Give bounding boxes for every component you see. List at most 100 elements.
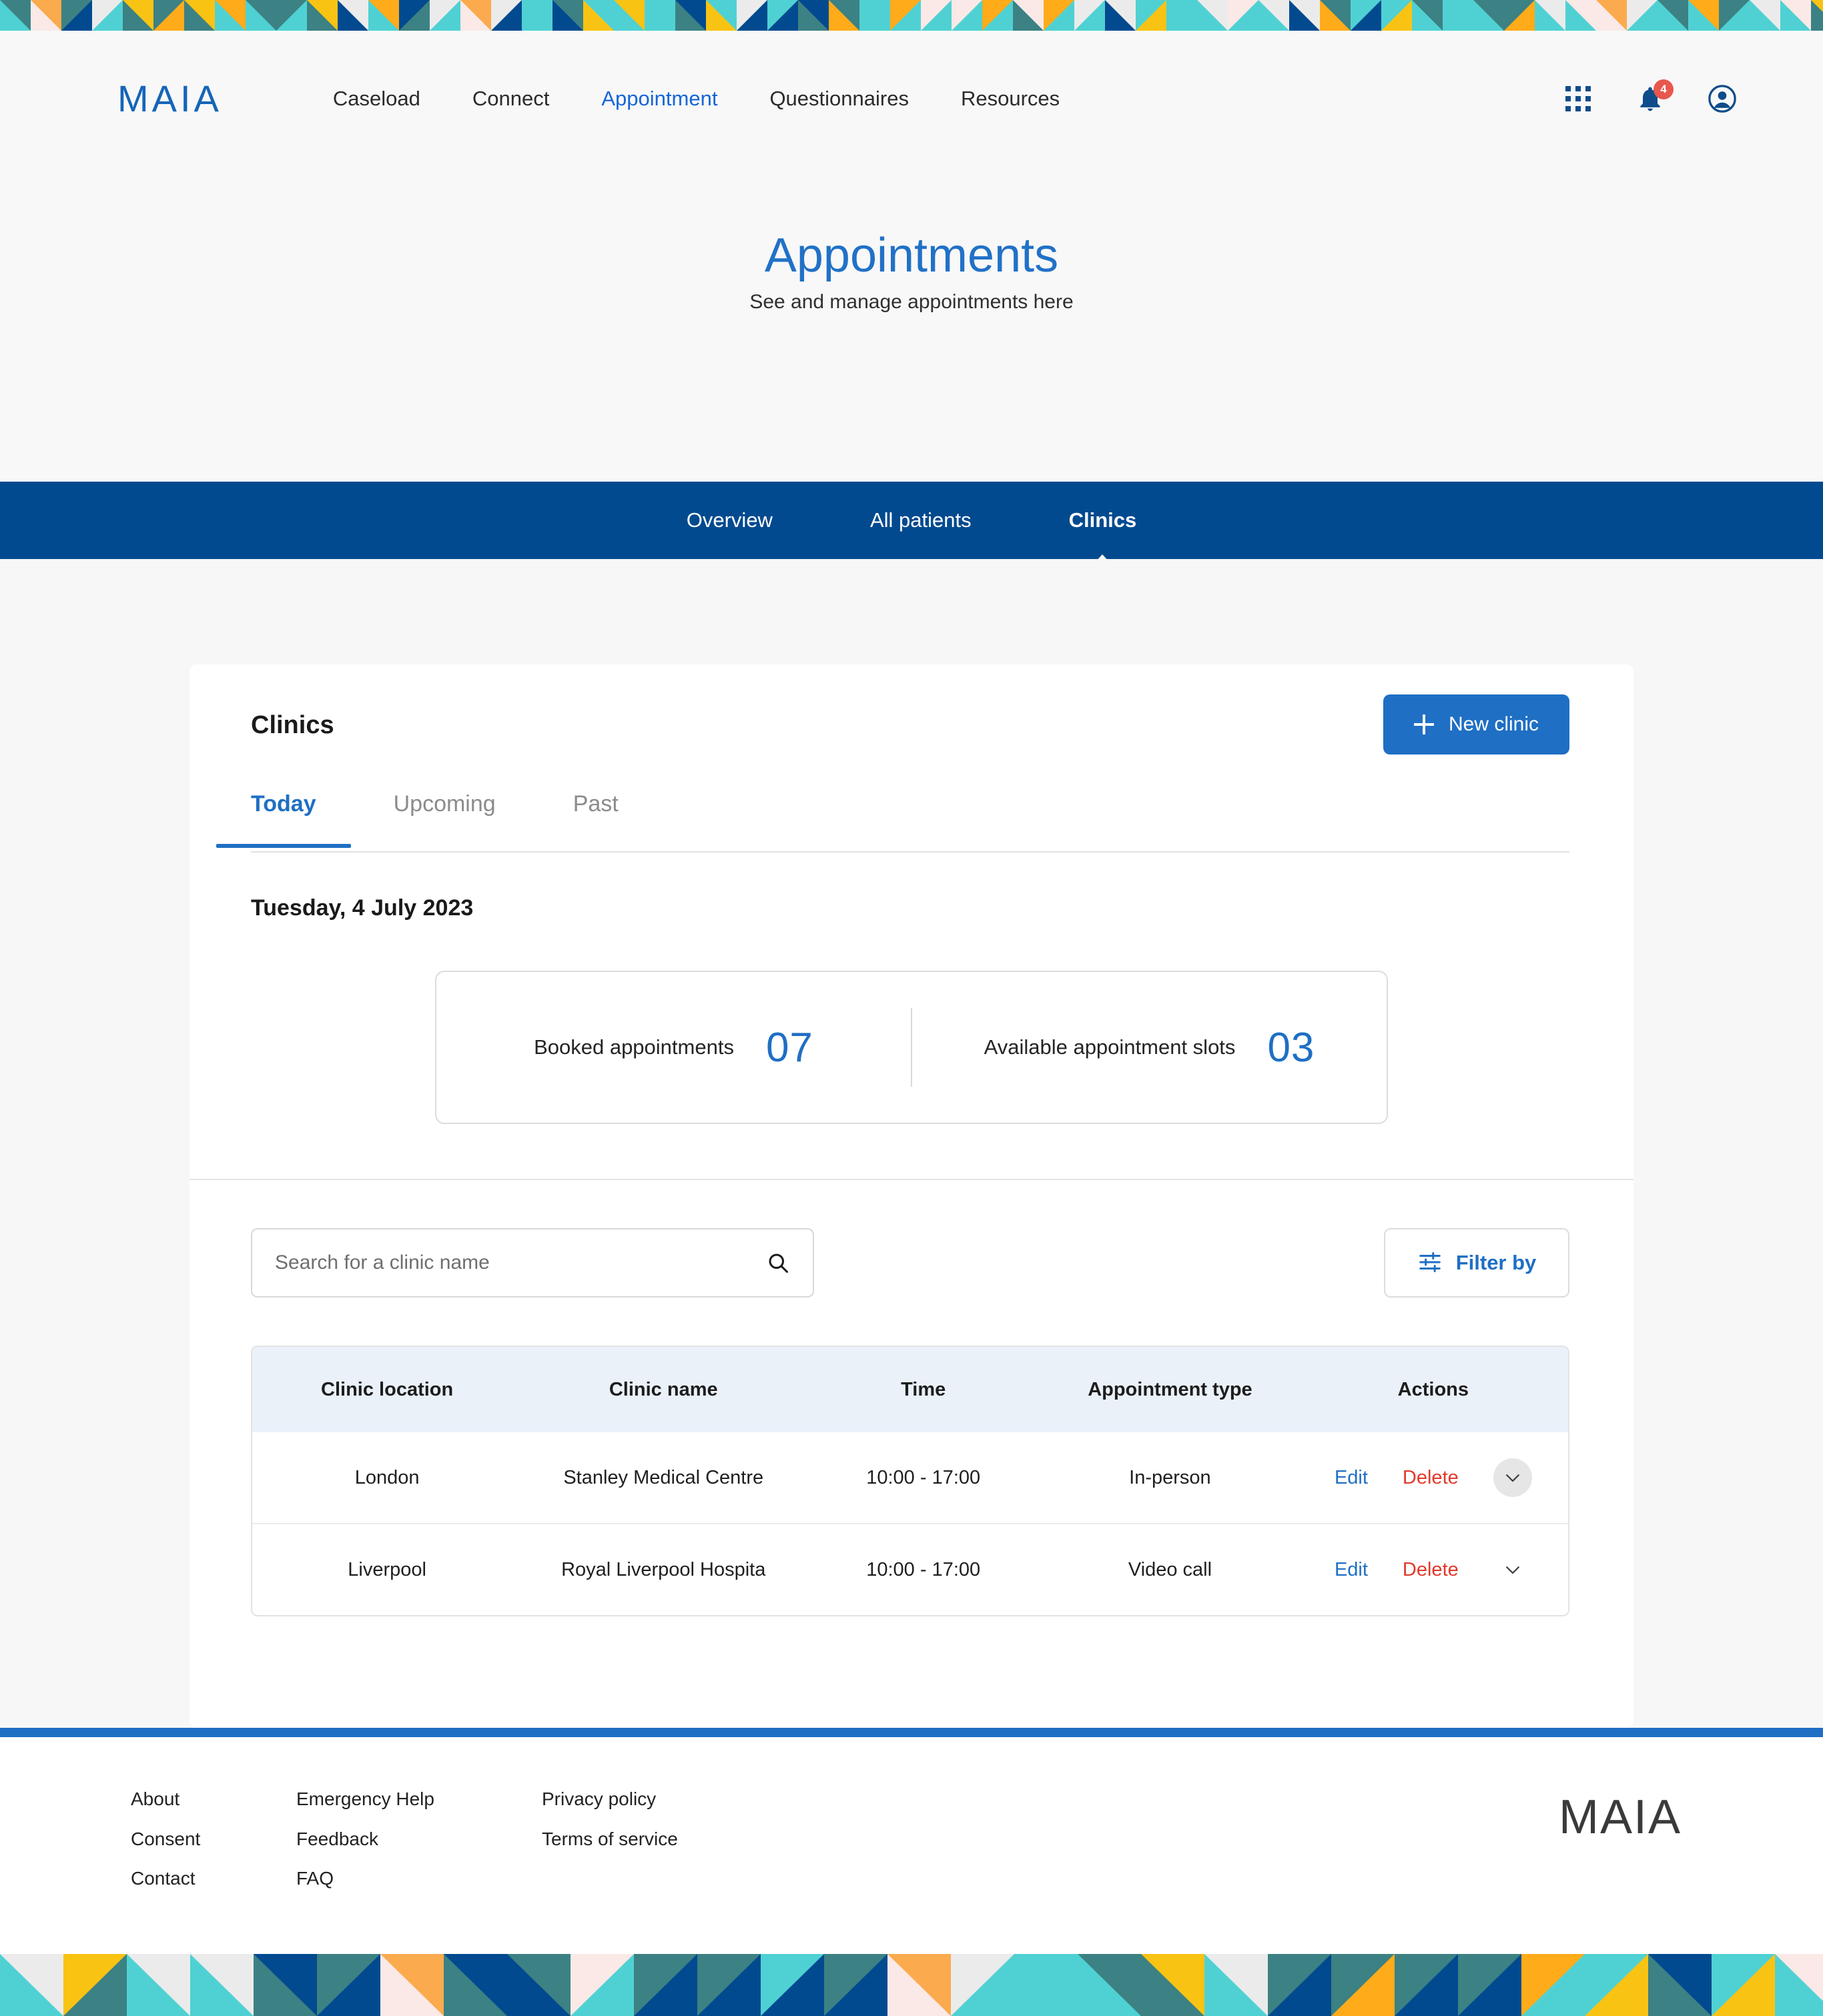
table-header-row: Clinic location Clinic name Time Appoint…	[252, 1347, 1568, 1432]
pattern-tile	[859, 0, 890, 31]
col-header-clinic-name: Clinic name	[522, 1347, 805, 1432]
pattern-tile	[1473, 0, 1504, 31]
pattern-tile	[254, 1954, 317, 2016]
pattern-tile	[583, 0, 614, 31]
pattern-tile	[824, 1954, 887, 2016]
footer-link-about[interactable]: About	[131, 1788, 296, 1811]
pattern-tile	[1289, 0, 1320, 31]
footer-link-privacy-policy[interactable]: Privacy policy	[542, 1788, 742, 1811]
pattern-tile	[184, 0, 215, 31]
account-circle-icon[interactable]	[1707, 83, 1738, 114]
pattern-tile	[645, 0, 675, 31]
pattern-tile	[614, 0, 645, 31]
col-header-time: Time	[805, 1347, 1042, 1432]
clinic-name-text: Royal Liverpool Hospita	[561, 1558, 766, 1580]
pattern-tile	[1078, 1954, 1141, 2016]
pattern-tile	[338, 0, 368, 31]
stat-available-slots: Available appointment slots 03	[912, 1024, 1387, 1071]
edit-link[interactable]: Edit	[1335, 1559, 1368, 1581]
delete-link[interactable]: Delete	[1403, 1559, 1459, 1581]
delete-link[interactable]: Delete	[1403, 1467, 1459, 1489]
appointment-stats-box: Booked appointments 07 Available appoint…	[435, 971, 1388, 1124]
footer-link-contact[interactable]: Contact	[131, 1867, 296, 1890]
pattern-tile	[1105, 0, 1136, 31]
nav-link-resources[interactable]: Resources	[961, 87, 1060, 111]
pattern-tile	[634, 1954, 697, 2016]
pattern-tile	[1331, 1954, 1395, 2016]
search-input[interactable]	[252, 1251, 813, 1274]
pattern-tile	[571, 1954, 634, 2016]
pattern-tile	[0, 0, 31, 31]
footer-link-columns: About Consent Contact Emergency Help Fee…	[131, 1788, 742, 1890]
subtab-upcoming[interactable]: Upcoming	[394, 791, 496, 845]
stat-value-available: 03	[1267, 1024, 1315, 1071]
cell-appointment-type: In-person	[1129, 1466, 1211, 1488]
footer-accent-rule	[0, 1728, 1823, 1737]
pattern-tile	[761, 1954, 824, 2016]
cell-appointment-type: Video call	[1042, 1523, 1299, 1615]
filter-by-label: Filter by	[1455, 1251, 1537, 1274]
pattern-tile	[1204, 1954, 1268, 2016]
pattern-tile	[737, 0, 767, 31]
footer-link-consent[interactable]: Consent	[131, 1828, 296, 1851]
pattern-tile	[951, 1954, 1014, 2016]
tab-overview[interactable]: Overview	[687, 508, 773, 532]
pattern-tile	[1458, 1954, 1521, 2016]
pattern-tile	[1688, 0, 1719, 31]
clinics-table: Clinic location Clinic name Time Appoint…	[252, 1347, 1568, 1615]
pattern-tile	[215, 0, 246, 31]
table-row[interactable]: London Stanley Medical Centre 10:00 - 17…	[252, 1432, 1568, 1524]
edit-link[interactable]: Edit	[1335, 1467, 1368, 1489]
nav-links: Caseload Connect Appointment Questionnai…	[333, 87, 1060, 111]
expand-row-chevron-down-icon[interactable]	[1493, 1458, 1532, 1497]
pattern-tile	[153, 0, 184, 31]
footer-column-3: Privacy policy Terms of service	[542, 1788, 742, 1890]
footer-link-emergency-help[interactable]: Emergency Help	[296, 1788, 542, 1811]
footer-link-feedback[interactable]: Feedback	[296, 1828, 542, 1851]
search-box[interactable]	[251, 1228, 814, 1298]
site-header: MAIA Caseload Connect Appointment Questi…	[0, 31, 1823, 482]
pattern-tile	[507, 1954, 571, 2016]
pattern-tile	[1443, 0, 1473, 31]
stat-label-booked: Booked appointments	[534, 1035, 734, 1059]
pattern-tile	[460, 0, 491, 31]
brand-logo[interactable]: MAIA	[117, 80, 222, 117]
pattern-tile	[1521, 1954, 1585, 2016]
pattern-tile	[276, 0, 307, 31]
pattern-tile	[982, 0, 1013, 31]
clinics-card: Clinics New clinic Today Upcoming Past T…	[190, 664, 1633, 1728]
search-icon[interactable]	[766, 1251, 790, 1275]
main-navbar: MAIA Caseload Connect Appointment Questi…	[0, 62, 1823, 135]
new-clinic-button[interactable]: New clinic	[1383, 694, 1569, 754]
footer-link-faq[interactable]: FAQ	[296, 1867, 542, 1890]
nav-link-appointment[interactable]: Appointment	[601, 87, 717, 111]
footer-link-terms-of-service[interactable]: Terms of service	[542, 1828, 742, 1851]
pattern-tile	[1648, 1954, 1712, 2016]
table-row[interactable]: Liverpool Royal Liverpool Hospita 10:00 …	[252, 1523, 1568, 1615]
expand-row-chevron-down-icon[interactable]	[1493, 1550, 1532, 1589]
pattern-tile	[1258, 0, 1289, 31]
tab-clinics[interactable]: Clinics	[1069, 508, 1137, 532]
pattern-tile	[1712, 1954, 1775, 2016]
pattern-tile	[399, 0, 430, 31]
page-title: Appointments	[764, 229, 1059, 282]
footer-column-2: Emergency Help Feedback FAQ	[296, 1788, 542, 1890]
pattern-tile	[1627, 0, 1658, 31]
nav-link-questionnaires[interactable]: Questionnaires	[769, 87, 909, 111]
nav-link-connect[interactable]: Connect	[472, 87, 549, 111]
subtab-today[interactable]: Today	[216, 791, 351, 848]
app-page: MAIA Caseload Connect Appointment Questi…	[0, 0, 1823, 2016]
pattern-tile	[1014, 1954, 1078, 2016]
col-header-clinic-location: Clinic location	[252, 1347, 522, 1432]
plus-icon	[1413, 714, 1434, 734]
nav-link-caseload[interactable]: Caseload	[333, 87, 420, 111]
apps-grid-icon[interactable]	[1563, 83, 1593, 114]
notifications-bell-icon[interactable]: 4	[1635, 79, 1674, 114]
subtab-past[interactable]: Past	[573, 791, 619, 845]
filter-by-button[interactable]: Filter by	[1384, 1228, 1569, 1298]
tab-all-patients[interactable]: All patients	[870, 508, 972, 532]
pattern-tile	[1013, 0, 1044, 31]
stat-booked-appointments: Booked appointments 07	[436, 1024, 911, 1071]
pattern-tile	[307, 0, 338, 31]
pattern-tile	[1658, 0, 1688, 31]
